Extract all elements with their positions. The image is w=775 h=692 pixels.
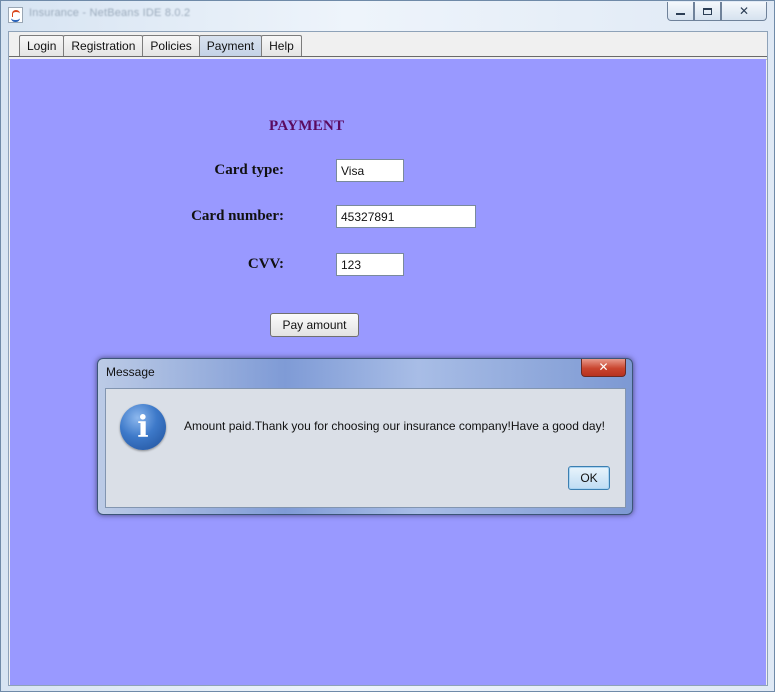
window-controls: ✕ bbox=[667, 2, 767, 22]
message-dialog: Message ✕ i Amount paid.Thank you for ch… bbox=[97, 358, 633, 515]
java-app-icon bbox=[8, 7, 23, 23]
tab-login[interactable]: Login bbox=[19, 35, 65, 56]
card-type-field[interactable]: Visa bbox=[336, 159, 404, 182]
window-titlebar[interactable]: Insurance - NetBeans IDE 8.0.2 ✕ bbox=[1, 1, 775, 31]
tab-policies[interactable]: Policies bbox=[142, 35, 200, 56]
card-number-field[interactable]: 45327891 bbox=[336, 205, 476, 228]
minimize-button[interactable] bbox=[667, 2, 694, 21]
restore-icon bbox=[703, 7, 712, 15]
page-title: PAYMENT bbox=[269, 118, 345, 134]
cvv-field[interactable]: 123 bbox=[336, 253, 404, 276]
close-icon: ✕ bbox=[738, 4, 750, 18]
close-icon: ✕ bbox=[598, 360, 609, 374]
tab-registration[interactable]: Registration bbox=[63, 35, 144, 56]
card-type-label: Card type: bbox=[214, 162, 284, 178]
information-glyph: i bbox=[137, 410, 149, 445]
tab-help[interactable]: Help bbox=[261, 35, 302, 56]
restore-button[interactable] bbox=[694, 2, 721, 21]
window-title: Insurance - NetBeans IDE 8.0.2 bbox=[29, 7, 191, 19]
dialog-message: Amount paid.Thank you for choosing our i… bbox=[184, 419, 605, 433]
information-icon: i bbox=[120, 404, 166, 450]
ok-button[interactable]: OK bbox=[568, 466, 610, 490]
card-number-label: Card number: bbox=[191, 208, 284, 224]
dialog-close-button[interactable]: ✕ bbox=[581, 359, 626, 377]
tab-payment[interactable]: Payment bbox=[198, 35, 263, 56]
dialog-title: Message bbox=[106, 365, 155, 379]
pay-amount-button[interactable]: Pay amount bbox=[270, 313, 359, 337]
main-window: Insurance - NetBeans IDE 8.0.2 ✕ Login R… bbox=[0, 0, 775, 692]
close-button[interactable]: ✕ bbox=[721, 2, 767, 21]
tab-bar: Login Registration Policies Payment Help bbox=[19, 35, 302, 57]
cvv-label: CVV: bbox=[247, 256, 284, 272]
minimize-icon bbox=[676, 13, 685, 15]
dialog-body: i Amount paid.Thank you for choosing our… bbox=[105, 388, 626, 508]
